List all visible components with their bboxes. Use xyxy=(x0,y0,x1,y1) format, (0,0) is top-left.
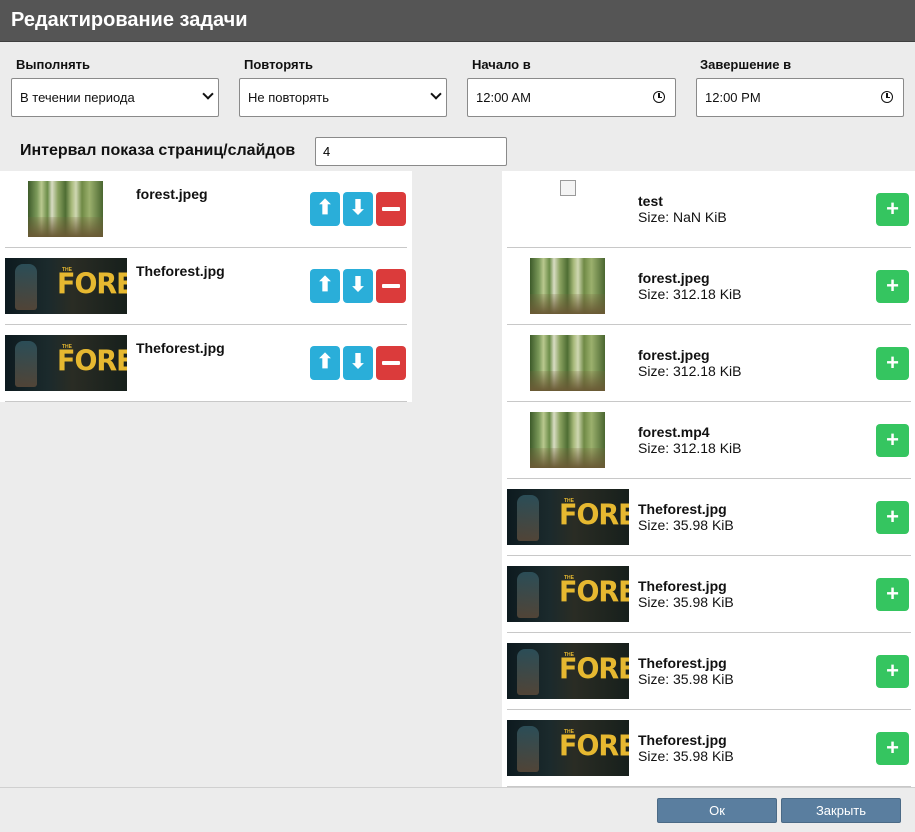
move-up-button[interactable]: ⬆ xyxy=(310,192,340,226)
library-item: THEFOREST Theforest.jpg Size: 35.98 KiB … xyxy=(507,556,911,633)
execute-label: Выполнять xyxy=(16,57,91,72)
arrow-down-icon: ⬇ xyxy=(349,351,367,373)
end-label: Завершение в xyxy=(700,57,792,72)
library-item-size: Size: 35.98 KiB xyxy=(638,594,734,610)
forest-game-thumbnail: THEFOREST xyxy=(5,335,127,391)
start-label: Начало в xyxy=(472,57,531,72)
interval-input[interactable]: 4 xyxy=(315,137,507,166)
add-button[interactable]: + xyxy=(876,578,909,611)
library-item-name: forest.jpeg xyxy=(638,347,710,363)
library-item-size: Size: 312.18 KiB xyxy=(638,286,742,302)
plus-icon: + xyxy=(886,658,899,683)
forest-game-thumbnail: THEFOREST xyxy=(507,566,629,622)
add-button[interactable]: + xyxy=(876,501,909,534)
forest-thumbnail xyxy=(530,412,605,468)
library-item-name: forest.mp4 xyxy=(638,424,710,440)
library-item-size: Size: 312.18 KiB xyxy=(638,440,742,456)
forest-thumbnail xyxy=(530,335,605,391)
library-item-size: Size: 35.98 KiB xyxy=(638,671,734,687)
plus-icon: + xyxy=(886,196,899,221)
start-time-input[interactable]: 12:00 AM xyxy=(467,78,676,117)
plus-icon: + xyxy=(886,735,899,760)
move-up-button[interactable]: ⬆ xyxy=(310,269,340,303)
selected-files-panel: forest.jpeg ⬆ ⬇ THEFOREST Theforest.jpg … xyxy=(0,171,412,402)
chevron-down-icon xyxy=(430,88,442,100)
ok-button[interactable]: Ок xyxy=(657,798,777,823)
remove-button[interactable] xyxy=(376,192,406,226)
library-item-size: Size: NaN KiB xyxy=(638,209,727,225)
arrow-up-icon: ⬆ xyxy=(316,351,334,373)
forest-thumbnail xyxy=(530,258,605,314)
execute-value: В течении периода xyxy=(20,90,135,105)
library-item-name: Theforest.jpg xyxy=(638,732,727,748)
library-item-size: Size: 35.98 KiB xyxy=(638,748,734,764)
clock-icon[interactable] xyxy=(881,91,893,103)
interval-label: Интервал показа страниц/слайдов xyxy=(20,142,296,159)
arrow-up-icon: ⬆ xyxy=(316,197,334,219)
end-time-value: 12:00 PM xyxy=(705,90,761,105)
repeat-select[interactable]: Не повторять xyxy=(239,78,447,117)
forest-game-thumbnail: THEFOREST xyxy=(5,258,127,314)
remove-button[interactable] xyxy=(376,269,406,303)
plus-icon: + xyxy=(886,504,899,529)
plus-icon: + xyxy=(886,273,899,298)
plus-icon: + xyxy=(886,427,899,452)
selected-item: forest.jpeg ⬆ ⬇ xyxy=(5,171,407,248)
arrow-up-icon: ⬆ xyxy=(316,274,334,296)
forest-game-thumbnail: THEFOREST xyxy=(507,489,629,545)
selected-item-name: forest.jpeg xyxy=(136,186,208,202)
add-button[interactable]: + xyxy=(876,424,909,457)
selected-item-name: Theforest.jpg xyxy=(136,263,225,279)
move-down-button[interactable]: ⬇ xyxy=(343,269,373,303)
library-item: test Size: NaN KiB + xyxy=(507,171,911,248)
library-item-name: forest.jpeg xyxy=(638,270,710,286)
library-item: forest.jpeg Size: 312.18 KiB + xyxy=(507,325,911,402)
clock-icon[interactable] xyxy=(653,91,665,103)
library-item: THEFOREST Theforest.jpg Size: 35.98 KiB … xyxy=(507,479,911,556)
move-down-button[interactable]: ⬇ xyxy=(343,346,373,380)
library-item: forest.jpeg Size: 312.18 KiB + xyxy=(507,248,911,325)
plus-icon: + xyxy=(886,581,899,606)
library-item-size: Size: 312.18 KiB xyxy=(638,363,742,379)
move-down-button[interactable]: ⬇ xyxy=(343,192,373,226)
selected-item: THEFOREST Theforest.jpg ⬆ ⬇ xyxy=(5,325,407,402)
start-time-value: 12:00 AM xyxy=(476,90,531,105)
arrow-down-icon: ⬇ xyxy=(349,274,367,296)
broken-image-icon xyxy=(560,180,576,196)
close-button[interactable]: Закрыть xyxy=(781,798,901,823)
add-button[interactable]: + xyxy=(876,347,909,380)
library-item: THEFOREST Theforest.jpg Size: 35.98 KiB … xyxy=(507,710,911,787)
forest-thumbnail xyxy=(28,181,103,237)
library-item-name: Theforest.jpg xyxy=(638,655,727,671)
selected-item-name: Theforest.jpg xyxy=(136,340,225,356)
chevron-down-icon xyxy=(202,88,214,100)
media-library-panel: test Size: NaN KiB + forest.jpeg Size: 3… xyxy=(502,171,915,787)
repeat-value: Не повторять xyxy=(248,90,330,105)
selected-item: THEFOREST Theforest.jpg ⬆ ⬇ xyxy=(5,248,407,325)
library-item: THEFOREST Theforest.jpg Size: 35.98 KiB … xyxy=(507,633,911,710)
library-item-name: Theforest.jpg xyxy=(638,501,727,517)
remove-button[interactable] xyxy=(376,346,406,380)
add-button[interactable]: + xyxy=(876,655,909,688)
add-button[interactable]: + xyxy=(876,270,909,303)
dialog-footer: Ок Закрыть xyxy=(0,787,915,832)
library-item-size: Size: 35.98 KiB xyxy=(638,517,734,533)
forest-game-thumbnail: THEFOREST xyxy=(507,720,629,776)
forest-game-thumbnail: THEFOREST xyxy=(507,643,629,699)
add-button[interactable]: + xyxy=(876,193,909,226)
plus-icon: + xyxy=(886,350,899,375)
repeat-label: Повторять xyxy=(244,57,313,72)
arrow-down-icon: ⬇ xyxy=(349,197,367,219)
end-time-input[interactable]: 12:00 PM xyxy=(696,78,904,117)
library-item-name: test xyxy=(638,193,663,209)
execute-select[interactable]: В течении периода xyxy=(11,78,219,117)
move-up-button[interactable]: ⬆ xyxy=(310,346,340,380)
dialog-title: Редактирование задачи xyxy=(0,0,915,42)
library-item-name: Theforest.jpg xyxy=(638,578,727,594)
library-item: forest.mp4 Size: 312.18 KiB + xyxy=(507,402,911,479)
add-button[interactable]: + xyxy=(876,732,909,765)
